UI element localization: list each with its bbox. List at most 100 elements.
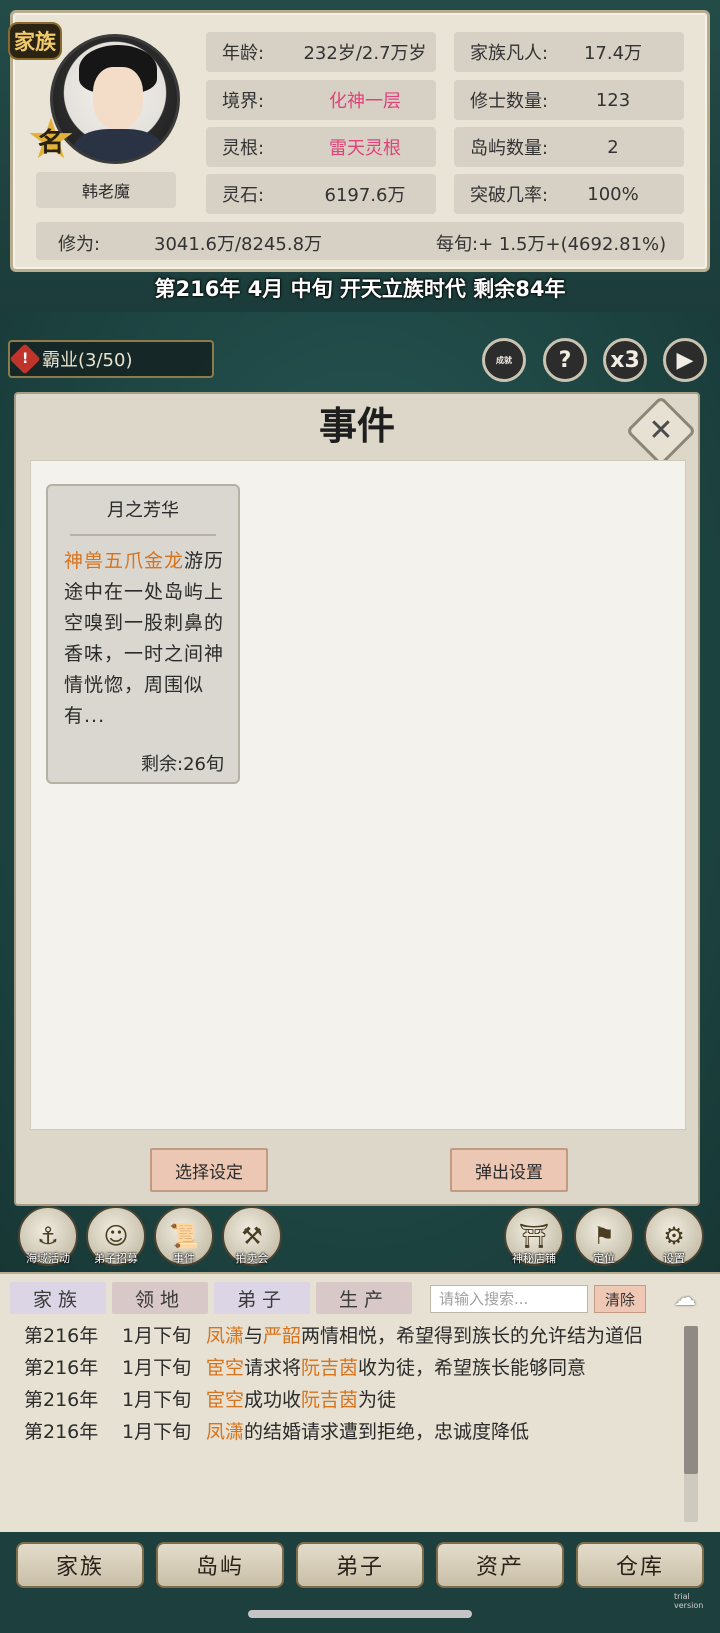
stat-mortals: 家族凡人: 17.4万 bbox=[454, 32, 684, 72]
person-name[interactable]: 阮吉茵 bbox=[301, 1389, 358, 1411]
clear-button[interactable]: 清除 bbox=[594, 1285, 646, 1313]
fame-label: 名 bbox=[37, 127, 64, 158]
cultivation-label: 修为: bbox=[58, 234, 101, 255]
stat-islands: 岛屿数量: 2 bbox=[454, 127, 684, 167]
hegemony-button[interactable]: ! 霸业(3/50) bbox=[8, 340, 214, 378]
event-remaining: 剩余:26旬 bbox=[141, 754, 224, 775]
tab-production[interactable]: 生产 bbox=[316, 1282, 412, 1314]
stat-label: 家族凡人: bbox=[470, 43, 549, 64]
person-name[interactable]: 严韶 bbox=[263, 1325, 301, 1347]
stat-label: 修士数量: bbox=[470, 91, 549, 112]
search-input[interactable] bbox=[430, 1285, 588, 1313]
trial-watermark: trial version bbox=[674, 1592, 704, 1610]
speed-button[interactable]: x3 bbox=[603, 338, 647, 382]
popup-setting-button[interactable]: 弹出设置 bbox=[450, 1148, 568, 1192]
nav-islands[interactable]: 岛屿 bbox=[156, 1542, 284, 1588]
avatar-body bbox=[73, 129, 163, 161]
log-text-part: 收为徒，希望族长能够同意 bbox=[358, 1357, 587, 1379]
cultivation-rate: 每旬:+ 1.5万+(4692.81%) bbox=[436, 234, 667, 255]
stat-realm: 境界: 化神一层 bbox=[206, 80, 436, 120]
nav-clan[interactable]: 家族 bbox=[16, 1542, 144, 1588]
divider bbox=[70, 534, 216, 536]
person-name[interactable]: 阮吉茵 bbox=[301, 1357, 358, 1379]
achievement-button[interactable]: 成就 bbox=[482, 338, 526, 382]
person-name[interactable]: 宦空 bbox=[206, 1357, 244, 1379]
person-name[interactable]: 凤潇 bbox=[206, 1325, 244, 1347]
nav-disciples[interactable]: 弟子 bbox=[296, 1542, 424, 1588]
avatar-face bbox=[93, 67, 143, 129]
stat-value: 雷天灵根 bbox=[329, 138, 401, 159]
hegemony-label: 霸业(3/50) bbox=[42, 350, 133, 371]
log-year: 第216年 bbox=[24, 1389, 99, 1411]
event-text: 游历途中在一处岛屿上空嗅到一股刺鼻的香味，一时之间神情恍惚，周围似有... bbox=[64, 550, 225, 726]
cultivation-bar: 修为: 3041.6万/8245.8万 每旬:+ 1.5万+(4692.81%) bbox=[36, 222, 684, 260]
tab-clan[interactable]: 家族 bbox=[10, 1282, 106, 1314]
settings-label: 设置 bbox=[663, 1252, 685, 1265]
cultivation-value: 3041.6万/8245.8万 bbox=[154, 234, 323, 255]
stat-breakthrough: 突破几率: 100% bbox=[454, 174, 684, 214]
warning-icon: ! bbox=[9, 343, 41, 375]
disciple-recruit-label: 弟子招募 bbox=[94, 1252, 138, 1265]
nav-assets[interactable]: 资产 bbox=[436, 1542, 564, 1588]
log-row: 第216年 1月下旬 宦空成功收阮吉茵为徒 bbox=[10, 1384, 682, 1416]
stat-value: 123 bbox=[595, 89, 631, 111]
log-text-part: 与 bbox=[244, 1325, 264, 1347]
stat-label: 境界: bbox=[222, 91, 265, 112]
close-icon: ✕ bbox=[648, 413, 674, 448]
log-text-part: 请求将 bbox=[244, 1357, 302, 1379]
sea-activity-label: 海域活动 bbox=[26, 1252, 70, 1265]
play-button[interactable]: ▶ bbox=[663, 338, 707, 382]
stat-value: 232岁/2.7万岁 bbox=[303, 43, 427, 64]
event-card-title: 月之芳华 bbox=[107, 500, 179, 521]
tab-territory[interactable]: 领地 bbox=[112, 1282, 208, 1314]
log-row: 第216年 1月下旬 宦空请求将阮吉茵收为徒，希望族长能够同意 bbox=[10, 1352, 682, 1384]
stat-value: 6197.6万 bbox=[324, 185, 406, 206]
log-row: 第216年 1月下旬 凤潇与严韶两情相悦，希望得到族长的允许结为道侣 bbox=[10, 1320, 682, 1352]
auction-label: 拍卖会 bbox=[235, 1252, 269, 1265]
stat-label: 灵根: bbox=[222, 138, 265, 159]
stat-label: 岛屿数量: bbox=[470, 138, 549, 159]
event-label: 事件 bbox=[173, 1252, 195, 1265]
person-name[interactable]: 凤潇 bbox=[206, 1421, 244, 1443]
hero-name[interactable]: 韩老魔 bbox=[36, 172, 176, 208]
log-text-part: 的结婚请求遭到拒绝，忠诚度降低 bbox=[244, 1421, 530, 1443]
log-month: 1月下旬 bbox=[122, 1389, 192, 1411]
stat-label: 突破几率: bbox=[470, 185, 549, 206]
log-text: 宦空成功收阮吉茵为徒 bbox=[206, 1384, 682, 1416]
stat-value: 100% bbox=[587, 183, 639, 205]
stat-age: 年龄: 232岁/2.7万岁 bbox=[206, 32, 436, 72]
person-name[interactable]: 宦空 bbox=[206, 1389, 244, 1411]
log-scrollbar-thumb[interactable] bbox=[684, 1326, 698, 1474]
event-log: 第216年 1月下旬 凤潇与严韶两情相悦，希望得到族长的允许结为道侣 第216年… bbox=[10, 1320, 682, 1526]
stat-label: 年龄: bbox=[222, 43, 265, 64]
log-text-part: 成功收 bbox=[244, 1389, 302, 1411]
cloud-icon[interactable]: ☁ bbox=[660, 1286, 710, 1312]
home-indicator[interactable] bbox=[248, 1610, 472, 1618]
stat-spirit-root: 灵根: 雷天灵根 bbox=[206, 127, 436, 167]
nav-warehouse[interactable]: 仓库 bbox=[576, 1542, 704, 1588]
log-year: 第216年 bbox=[24, 1325, 99, 1347]
log-month: 1月下旬 bbox=[122, 1421, 192, 1443]
log-month: 1月下旬 bbox=[122, 1357, 192, 1379]
log-month: 1月下旬 bbox=[122, 1325, 192, 1347]
dialog-title: 事件 bbox=[318, 404, 395, 448]
event-beast-name: 神兽五爪金龙 bbox=[64, 550, 185, 572]
speed-label: x3 bbox=[610, 347, 640, 373]
help-button[interactable]: ? bbox=[543, 338, 587, 382]
select-setting-button[interactable]: 选择设定 bbox=[150, 1148, 268, 1192]
game-time: 第216年 4月 中旬 开天立族时代 剩余84年 bbox=[154, 277, 566, 301]
stat-spirit-stones: 灵石: 6197.6万 bbox=[206, 174, 436, 214]
stat-label: 灵石: bbox=[222, 185, 265, 206]
log-text: 凤潇与严韶两情相悦，希望得到族长的允许结为道侣 bbox=[206, 1320, 682, 1352]
log-text-part: 两情相悦，希望得到族长的允许结为道侣 bbox=[301, 1325, 644, 1347]
event-card-description: 神兽五爪金龙游历途中在一处岛屿上空嗅到一股刺鼻的香味，一时之间神情恍惚，周围似有… bbox=[64, 546, 226, 726]
stat-value: 2 bbox=[607, 136, 619, 158]
log-year: 第216年 bbox=[24, 1357, 99, 1379]
stat-value: 化神一层 bbox=[329, 91, 401, 112]
mystery-shop-label: 神秘店铺 bbox=[512, 1252, 556, 1265]
clan-badge: 家族 bbox=[8, 22, 62, 60]
locate-label: 定位 bbox=[593, 1252, 615, 1265]
tab-disciples[interactable]: 弟子 bbox=[214, 1282, 310, 1314]
stat-value: 17.4万 bbox=[583, 43, 643, 64]
achievement-label: 成就 bbox=[496, 355, 512, 365]
